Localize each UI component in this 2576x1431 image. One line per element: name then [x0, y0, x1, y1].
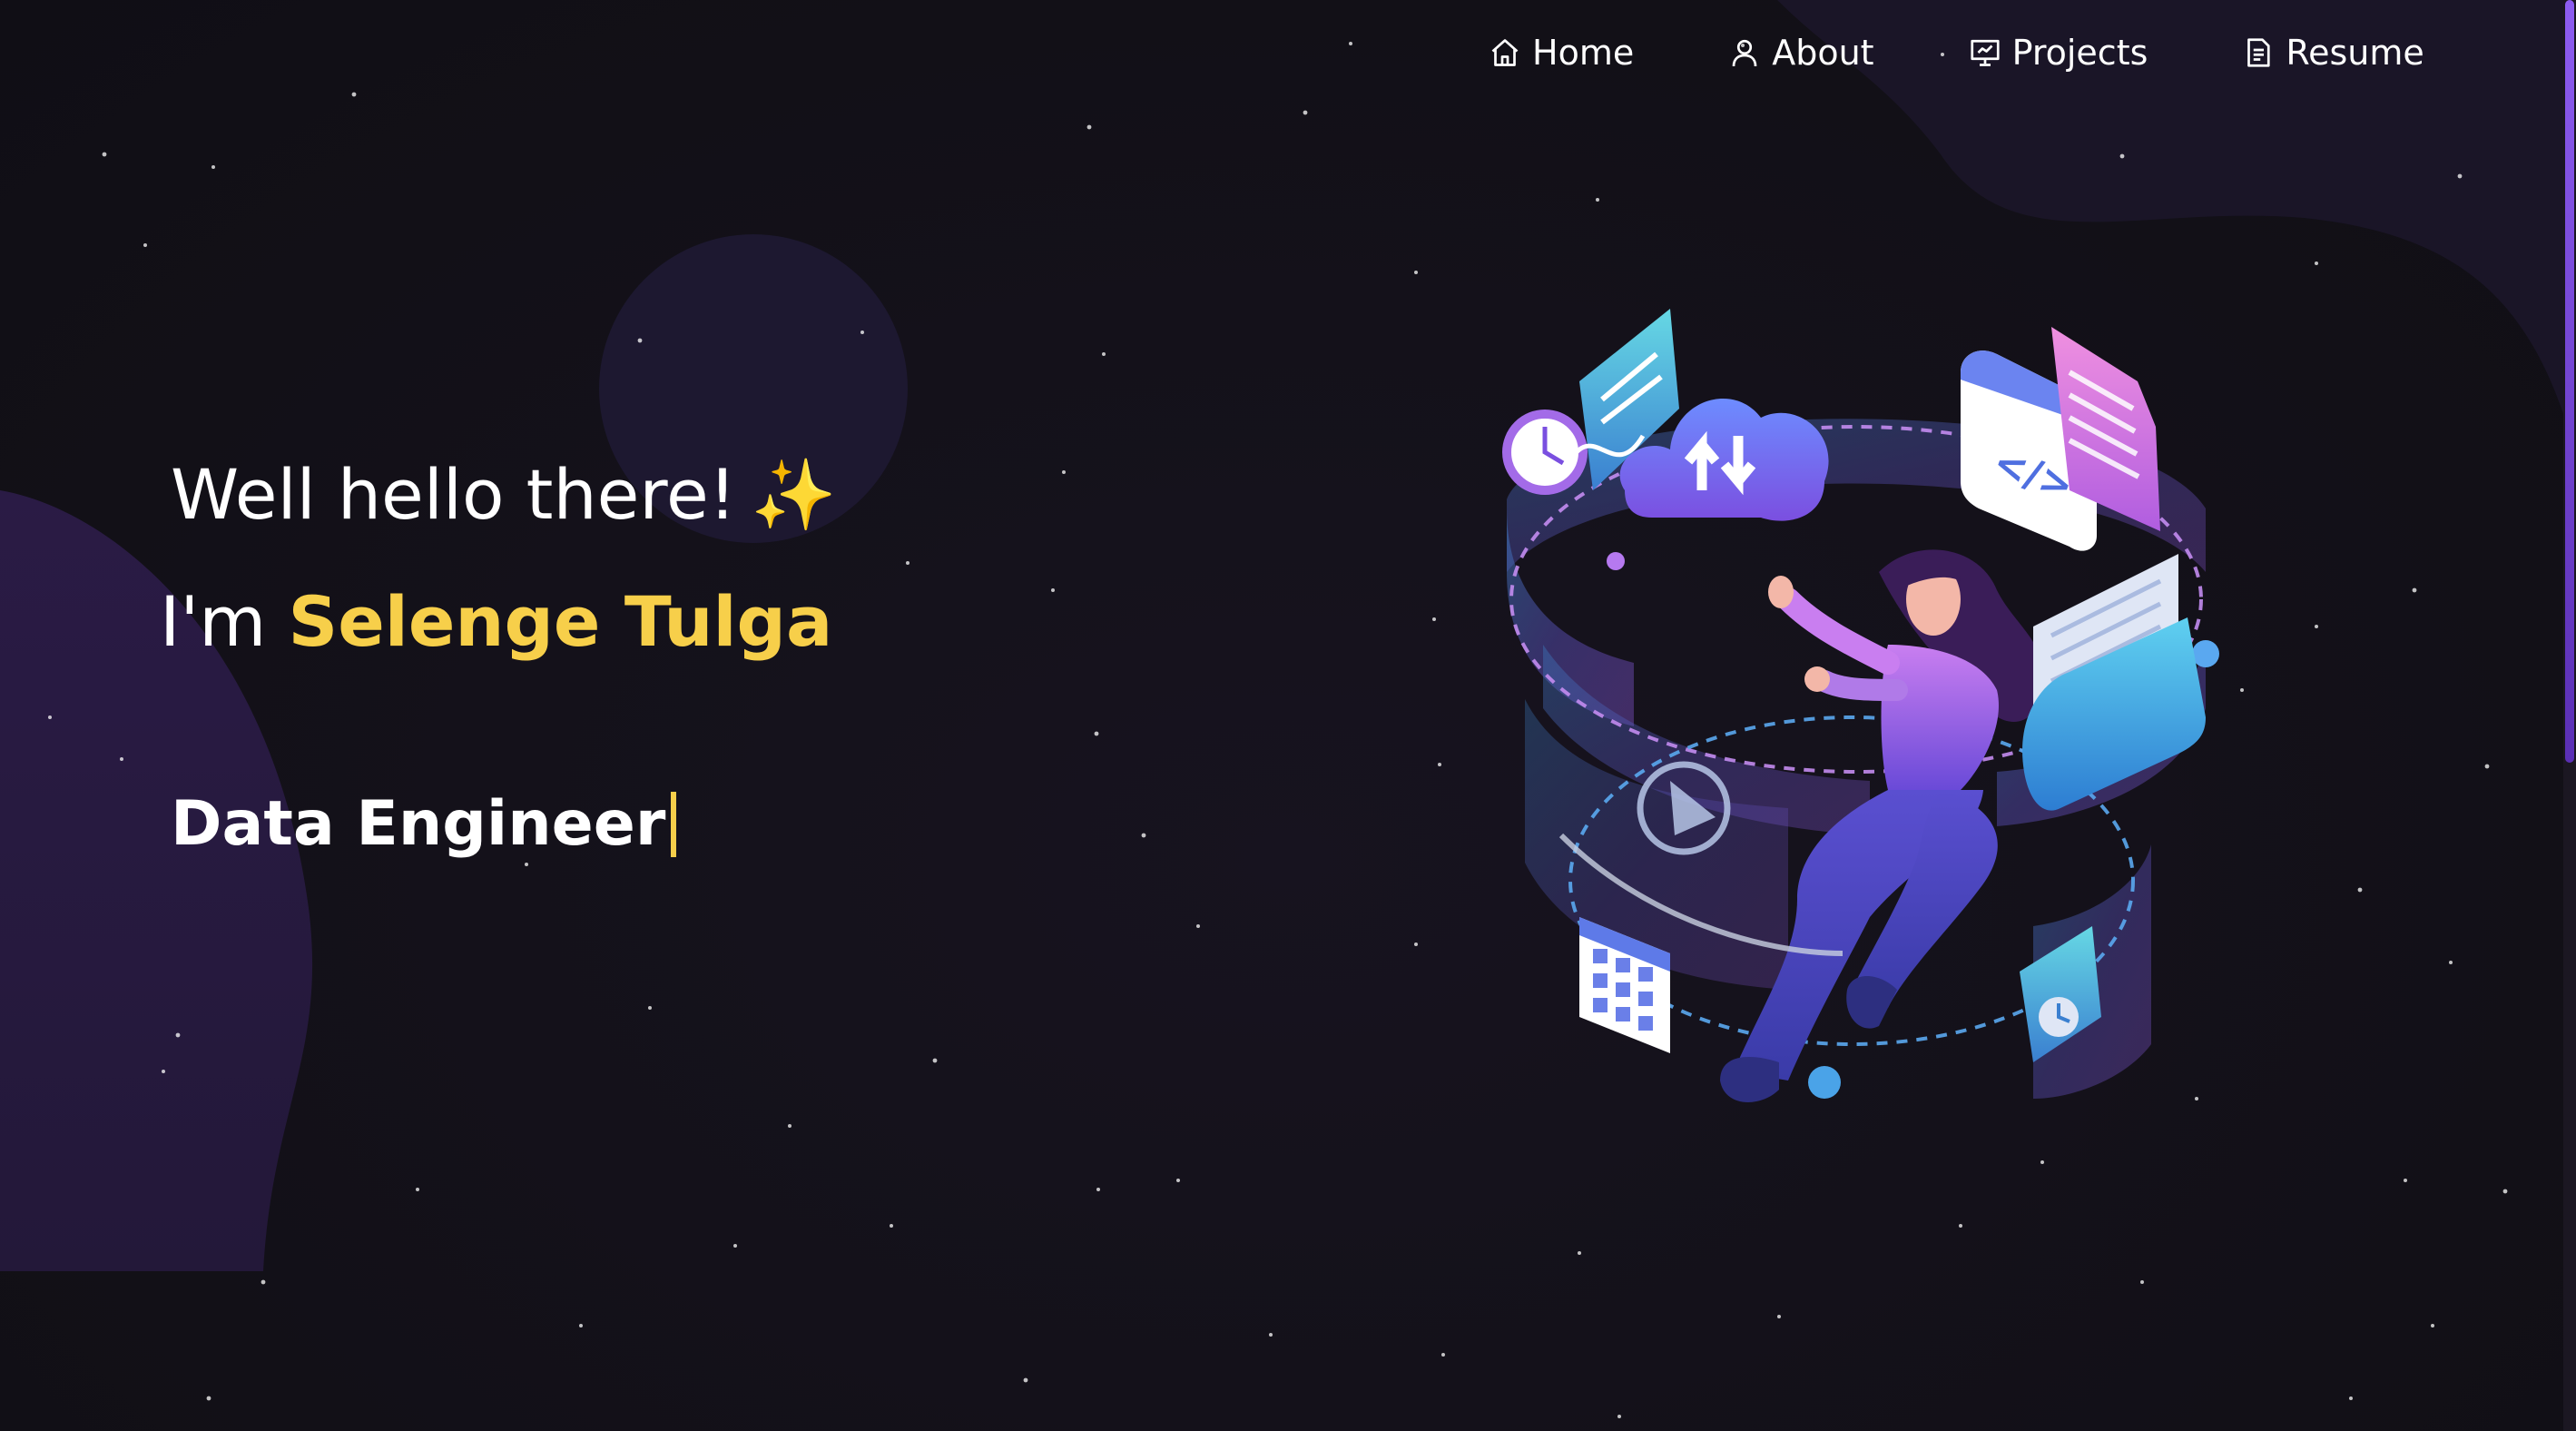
intro-heading: I'm Selenge Tulga [160, 581, 832, 662]
nav-resume[interactable]: Resume [2242, 33, 2424, 73]
presentation-icon [1970, 39, 2000, 66]
page: Home About Projects Resume Well hello th… [0, 0, 2576, 1431]
intro-prefix: I'm [160, 581, 289, 662]
nav-projects[interactable]: Projects [1969, 33, 2148, 73]
nav-about[interactable]: About [1728, 33, 1874, 73]
nav-home-label: Home [1532, 33, 1635, 73]
role-typewriter: Data Engineer [171, 788, 677, 860]
scrollbar-thumb[interactable] [2565, 0, 2574, 763]
nav-projects-label: Projects [2011, 33, 2148, 73]
hero-illustration: </> [1502, 309, 2219, 1102]
greeting-heading: Well hello there! ✨ [171, 454, 837, 536]
name-text: Selenge Tulga [288, 581, 833, 662]
sparkle-icon: ✨ [751, 454, 837, 535]
typing-cursor [671, 791, 677, 857]
nav-home[interactable]: Home [1489, 33, 1634, 73]
home-icon [1491, 39, 1519, 66]
role-text: Data Engineer [171, 788, 666, 860]
main-nav: Home About Projects Resume [1489, 25, 2424, 80]
nav-resume-label: Resume [2286, 33, 2424, 73]
greeting-text: Well hello there! [171, 454, 737, 535]
page-scrollbar[interactable] [2563, 0, 2576, 1431]
user-icon [1732, 39, 1757, 67]
document-icon [2247, 38, 2270, 67]
nav-about-label: About [1772, 33, 1874, 73]
